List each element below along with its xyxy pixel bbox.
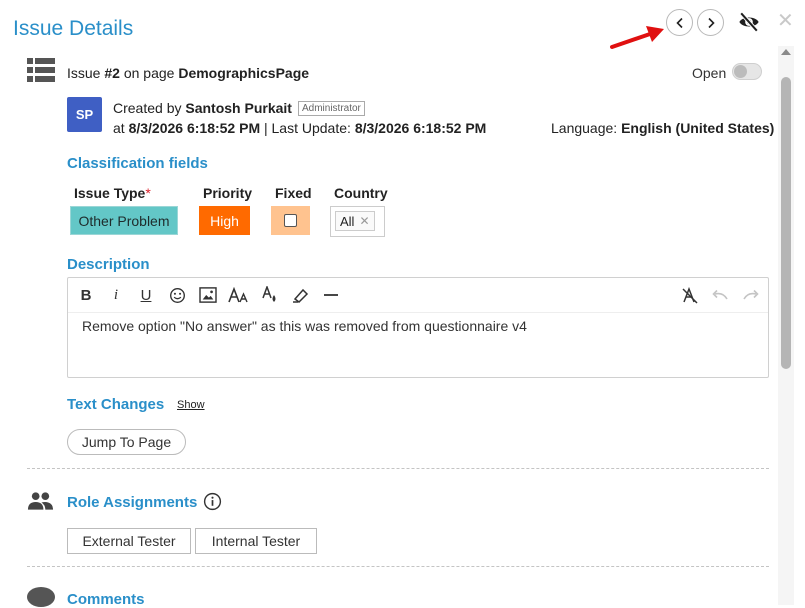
text-color-icon xyxy=(262,286,276,302)
country-select[interactable]: All ✕ xyxy=(330,206,385,237)
undo-icon xyxy=(712,289,728,300)
toggle-knob xyxy=(734,65,747,78)
status-label: Open xyxy=(692,65,727,81)
text-color-button[interactable] xyxy=(261,285,279,305)
eye-off-icon[interactable] xyxy=(738,11,760,33)
comment-icon xyxy=(27,587,55,607)
underline-button[interactable]: U xyxy=(138,285,154,305)
country-tag: All ✕ xyxy=(335,211,375,231)
required-mark: * xyxy=(145,185,151,201)
jump-to-page-button[interactable]: Jump To Page xyxy=(67,429,186,455)
comments-title: Comments xyxy=(67,591,145,608)
fixed-checkbox[interactable] xyxy=(284,214,297,227)
people-icon xyxy=(27,492,54,510)
list-view-icon xyxy=(27,58,55,82)
close-icon[interactable]: ✕ xyxy=(777,9,794,33)
emoji-button[interactable] xyxy=(167,285,187,305)
role-assignments-title: Role Assignments xyxy=(67,494,198,511)
insert-image-button[interactable] xyxy=(198,285,218,305)
fixed-label: Fixed xyxy=(275,185,312,201)
dates-line: at 8/3/2026 6:18:52 PM | Last Update: 8/… xyxy=(113,120,486,136)
role-internal-tester[interactable]: Internal Tester xyxy=(195,528,317,554)
created-by-label: Created by xyxy=(113,100,186,116)
issue-page-name: DemographicsPage xyxy=(178,65,310,81)
issue-type-select[interactable]: Other Problem xyxy=(70,206,178,235)
previous-issue-button[interactable] xyxy=(666,9,693,36)
clear-format-icon xyxy=(682,286,698,304)
info-icon[interactable] xyxy=(203,492,222,511)
smiley-icon xyxy=(169,287,185,303)
font-size-icon xyxy=(228,286,248,302)
description-title: Description xyxy=(67,256,150,273)
chevron-left-icon xyxy=(675,17,683,28)
issue-type-label: Issue Type* xyxy=(74,185,151,201)
image-icon xyxy=(199,287,217,303)
issue-on-page: on page xyxy=(119,65,179,81)
classification-title: Classification fields xyxy=(67,155,208,172)
creator-name: Santosh Purkait xyxy=(185,100,292,116)
country-label: Country xyxy=(334,185,388,201)
issue-type-label-text: Issue Type xyxy=(74,185,146,201)
section-divider xyxy=(27,566,769,567)
scroll-up-arrow[interactable] xyxy=(781,49,791,55)
priority-select[interactable]: High xyxy=(199,206,250,235)
last-update-date: 8/3/2026 6:18:52 PM xyxy=(354,120,487,136)
highlight-button[interactable] xyxy=(291,285,311,305)
avatar: SP xyxy=(67,97,102,132)
at-label: at xyxy=(113,120,129,136)
page-title: Issue Details xyxy=(13,17,134,40)
role-external-tester[interactable]: External Tester xyxy=(67,528,191,554)
font-size-button[interactable] xyxy=(228,285,250,305)
horizontal-rule-icon xyxy=(324,294,338,296)
chevron-right-icon xyxy=(707,17,715,28)
country-tag-label: All xyxy=(340,213,355,229)
redo-icon xyxy=(743,289,759,300)
undo-button[interactable] xyxy=(710,285,730,305)
status-toggle[interactable] xyxy=(732,63,762,80)
last-update-label: | Last Update: xyxy=(260,120,355,136)
description-editor[interactable]: B i U Remove option "No answer" as this … xyxy=(67,277,769,378)
description-text[interactable]: Remove option "No answer" as this was re… xyxy=(82,318,527,334)
next-issue-button[interactable] xyxy=(697,9,724,36)
created-date: 8/3/2026 6:18:52 PM xyxy=(128,120,261,136)
red-arrow-annotation xyxy=(610,26,664,49)
created-by-line: Created by Santosh Purkait Administrator xyxy=(113,100,365,116)
horizontal-rule-button[interactable] xyxy=(322,285,340,305)
text-changes-title: Text Changes xyxy=(67,396,165,413)
language-value: English (United States) xyxy=(621,120,775,136)
italic-button[interactable]: i xyxy=(108,285,124,305)
editor-toolbar: B i U xyxy=(68,278,768,313)
language-line: Language: English (United States) xyxy=(551,120,774,136)
remove-country-icon[interactable]: ✕ xyxy=(359,214,369,228)
clear-format-button[interactable] xyxy=(680,285,700,305)
language-label: Language: xyxy=(551,120,622,136)
show-text-changes-link[interactable]: Show xyxy=(177,399,205,411)
fixed-checkbox-wrapper[interactable] xyxy=(271,206,310,235)
redo-button[interactable] xyxy=(741,285,761,305)
issue-summary: Issue #2 on page DemographicsPage xyxy=(67,65,309,81)
priority-label: Priority xyxy=(203,185,253,201)
role-badge: Administrator xyxy=(297,101,365,116)
issue-number: #2 xyxy=(104,65,120,81)
issue-prefix: Issue xyxy=(67,65,105,81)
scrollbar-thumb[interactable] xyxy=(781,77,791,369)
section-divider xyxy=(27,468,769,469)
bold-button[interactable]: B xyxy=(78,285,94,305)
highlighter-icon xyxy=(293,288,309,303)
